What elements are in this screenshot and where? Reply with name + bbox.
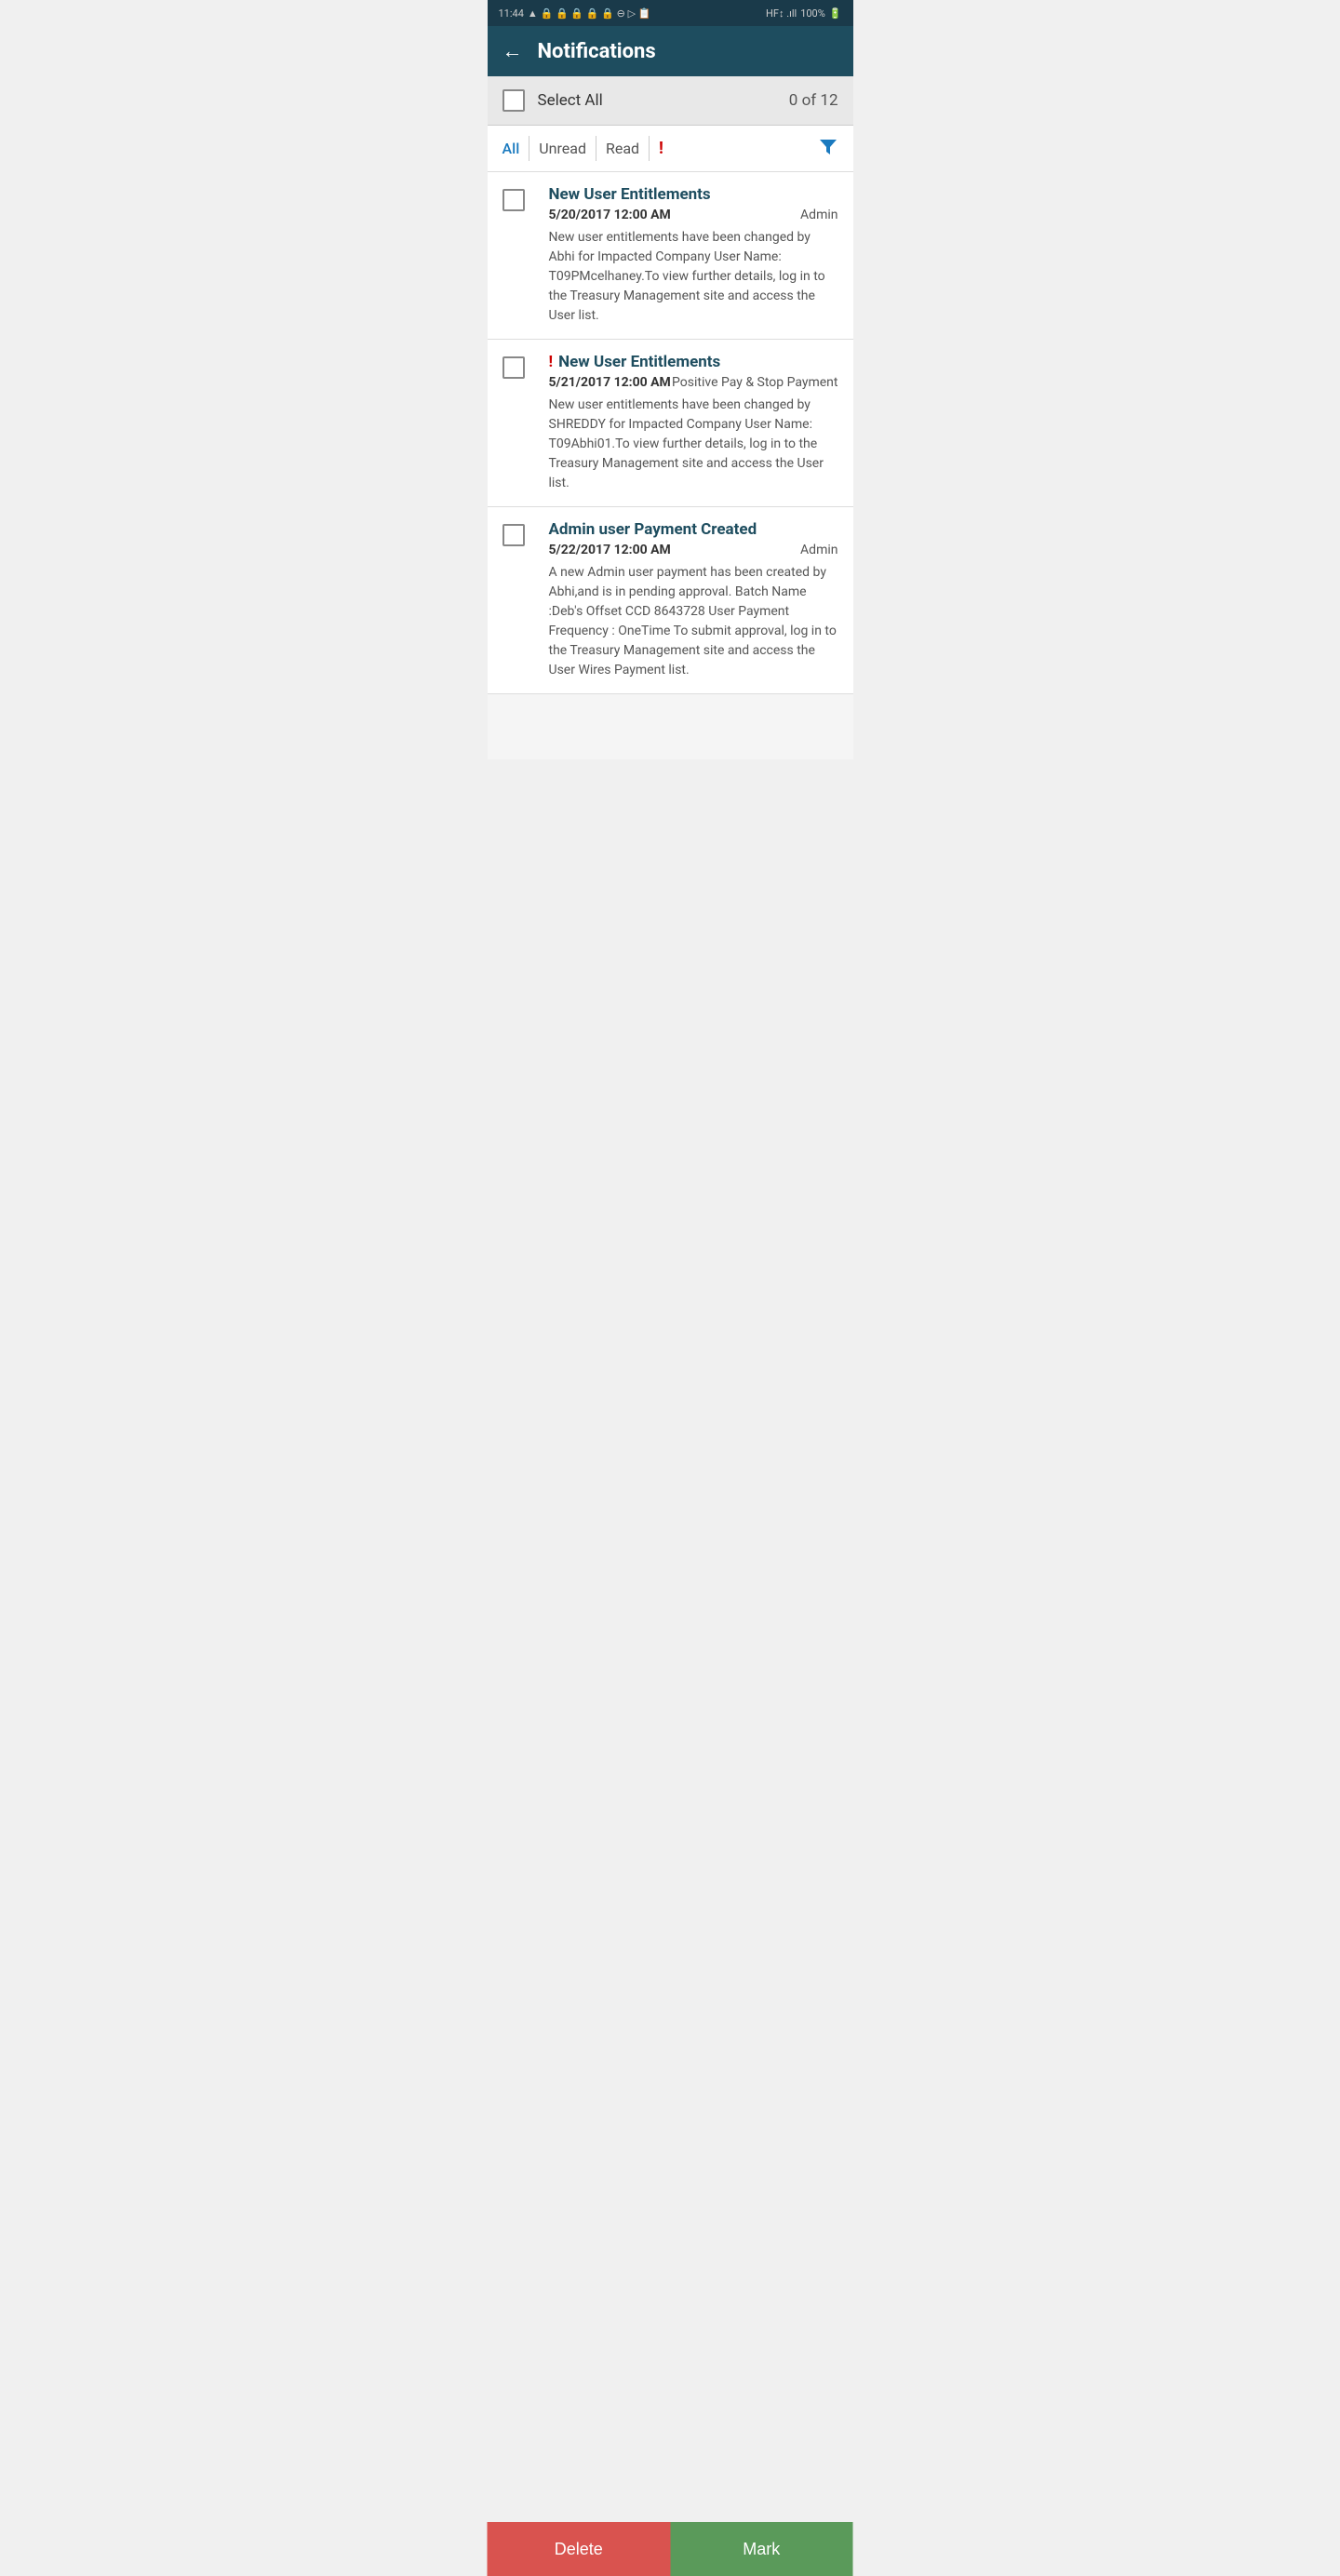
notif-body-3: A new Admin user payment has been create… [549, 563, 838, 680]
back-button[interactable]: ← [502, 39, 523, 63]
notif-body-1: New user entitlements have been changed … [549, 228, 838, 326]
notif-title-row-2: !New User Entitlements [549, 353, 838, 371]
notif-title-2: New User Entitlements [558, 353, 720, 371]
select-all-bar: Select All 0 of 12 [488, 76, 853, 126]
notif-urgent-icon-2: ! [549, 353, 554, 371]
notif-checkbox-2[interactable] [502, 356, 525, 379]
notification-item-2[interactable]: !New User Entitlements 5/21/2017 12:00 AM… [488, 340, 853, 507]
status-signal: HF↕ .ıll [766, 7, 797, 20]
page-title: Notifications [538, 40, 656, 63]
status-battery: 100% [800, 7, 825, 20]
filter-tabs: All Unread Read ! [488, 126, 853, 172]
bottom-buttons: Delete Mark [488, 2522, 853, 2576]
notif-meta-2: 5/21/2017 12:00 AMPositive Pay & Stop Pa… [549, 375, 838, 390]
notif-content-2: !New User Entitlements 5/21/2017 12:00 AM… [549, 353, 838, 493]
select-count: 0 of 12 [789, 91, 838, 110]
notification-list: New User Entitlements 5/20/2017 12:00 AM A… [488, 172, 853, 759]
notif-date-1: 5/20/2017 12:00 AM [549, 208, 671, 222]
notification-item-1[interactable]: New User Entitlements 5/20/2017 12:00 AM A… [488, 172, 853, 340]
notif-content-3: Admin user Payment Created 5/22/2017 12:0… [549, 520, 838, 680]
tab-read[interactable]: Read [596, 136, 650, 161]
delete-button[interactable]: Delete [488, 2522, 671, 2576]
notif-checkbox-3[interactable] [502, 524, 525, 546]
status-icons: ▲ 🔒 🔒 🔒 🔒 🔒 ⊖ ▷ 📋 [528, 7, 651, 20]
filter-icon[interactable] [818, 136, 838, 161]
notif-source-1: Admin [800, 208, 838, 222]
select-all-checkbox[interactable] [502, 89, 525, 112]
status-time: 11:44 [499, 7, 524, 20]
notif-title-3: Admin user Payment Created [549, 520, 757, 539]
notif-body-2: New user entitlements have been changed … [549, 396, 838, 493]
status-right: HF↕ .ıll 100% 🔋 [766, 7, 841, 20]
header: ← Notifications [488, 26, 853, 76]
notif-title-row-1: New User Entitlements [549, 185, 838, 204]
notification-item-3[interactable]: Admin user Payment Created 5/22/2017 12:0… [488, 507, 853, 694]
battery-icon: 🔋 [829, 7, 842, 20]
notif-meta-3: 5/22/2017 12:00 AM Admin [549, 543, 838, 557]
select-all-label: Select All [538, 91, 789, 110]
notif-title-row-3: Admin user Payment Created [549, 520, 838, 539]
notif-meta-1: 5/20/2017 12:00 AM Admin [549, 208, 838, 222]
status-bar: 11:44 ▲ 🔒 🔒 🔒 🔒 🔒 ⊖ ▷ 📋 HF↕ .ıll 100% 🔋 [488, 0, 853, 26]
notif-title-1: New User Entitlements [549, 185, 711, 204]
notif-date-2: 5/21/2017 12:00 AM [549, 375, 671, 390]
tab-urgent[interactable]: ! [650, 135, 673, 162]
tab-unread[interactable]: Unread [529, 136, 596, 161]
notif-source-3: Admin [800, 543, 838, 557]
status-left: 11:44 ▲ 🔒 🔒 🔒 🔒 🔒 ⊖ ▷ 📋 [499, 7, 651, 20]
tab-all[interactable]: All [502, 136, 530, 161]
notif-content-1: New User Entitlements 5/20/2017 12:00 AM A… [549, 185, 838, 326]
notif-date-3: 5/22/2017 12:00 AM [549, 543, 671, 557]
notif-checkbox-1[interactable] [502, 189, 525, 211]
mark-button[interactable]: Mark [670, 2522, 853, 2576]
notif-source-2: Positive Pay & Stop Payment [672, 375, 838, 390]
